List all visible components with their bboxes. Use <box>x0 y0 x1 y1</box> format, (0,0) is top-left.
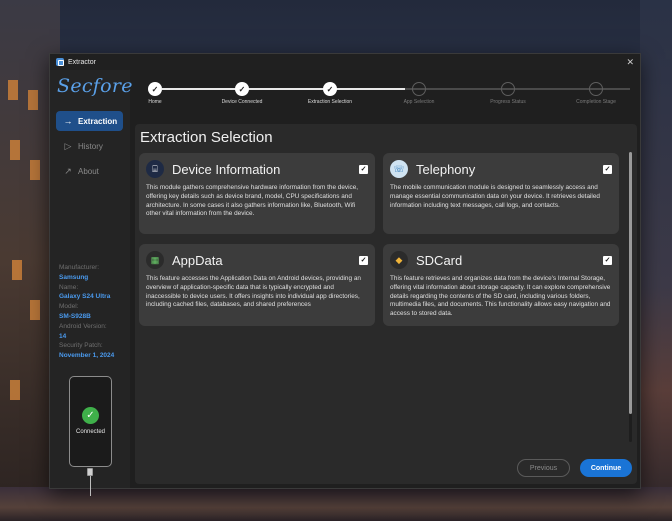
step-extraction-selection-check-icon: ✓ <box>323 82 337 96</box>
background-window-light <box>30 300 40 320</box>
extraction-selection-panel: Extraction Selection ⌸ Device Informatio… <box>135 124 637 484</box>
sidebar-item-history[interactable]: ▷ History <box>56 136 123 156</box>
previous-button[interactable]: Previous <box>517 459 570 477</box>
desktop-background-bottom <box>0 487 672 521</box>
step-label-progress-status: Progress Status <box>490 99 526 105</box>
continue-button[interactable]: Continue <box>580 459 632 477</box>
card-title: Device Information <box>172 161 281 177</box>
card-sdcard[interactable]: ◆ SDCard ✓ This feature retrieves and or… <box>383 244 619 326</box>
background-window-light <box>8 80 18 100</box>
about-icon: ↗ <box>64 165 72 176</box>
scrollbar-thumb[interactable] <box>629 152 632 414</box>
progress-stepper: ✓ ✓ ✓ Home Device Connected Extraction S… <box>135 70 642 112</box>
card-appdata[interactable]: ▦ AppData ✓ This feature accesses the Ap… <box>139 244 375 326</box>
step-label-device-connected: Device Connected <box>221 99 263 105</box>
sidebar-item-label: History <box>78 141 103 151</box>
window-title: Extractor <box>68 58 97 66</box>
desktop-background-right <box>640 0 672 521</box>
usb-cable <box>89 476 91 496</box>
background-window-light <box>28 90 38 110</box>
card-description: This feature retrieves and organizes dat… <box>390 275 611 318</box>
background-window-light <box>10 140 20 160</box>
telephony-icon: ☏ <box>390 160 408 178</box>
vertical-scrollbar[interactable] <box>629 152 632 442</box>
page-title: Extraction Selection <box>140 129 273 146</box>
step-device-connected-check-icon: ✓ <box>235 82 249 96</box>
step-label-extraction-selection: Extraction Selection <box>307 99 353 105</box>
background-window-light <box>30 160 40 180</box>
card-device-information[interactable]: ⌸ Device Information ✓ This module gathe… <box>139 153 375 234</box>
card-title: AppData <box>172 252 223 268</box>
appdata-checkbox[interactable]: ✓ <box>359 255 368 265</box>
card-title: Telephony <box>416 161 476 177</box>
stepper-line-done <box>162 88 405 90</box>
security-patch-label: Security Patch: <box>59 342 103 350</box>
card-telephony[interactable]: ☏ Telephony ✓ The mobile communication m… <box>383 153 619 234</box>
arrow-right-icon: → <box>63 116 73 126</box>
card-description: This module gathers comprehensive hardwa… <box>146 184 359 218</box>
manufacturer-value: Samsung <box>59 273 89 281</box>
sidebar-item-label: About <box>78 166 99 176</box>
device-info-panel: Manufacturer: Samsung Name: Galaxy S24 U… <box>59 263 114 361</box>
sidebar-item-label: Extraction <box>78 116 118 126</box>
app-logo: Secfore <box>57 75 133 97</box>
sidebar-item-extraction[interactable]: → Extraction <box>56 111 123 131</box>
connection-status: Connected <box>75 429 106 435</box>
title-bar: Extractor ✕ <box>50 54 640 70</box>
check-icon: ✓ <box>82 407 99 424</box>
model-value: SM-S928B <box>59 312 91 320</box>
extractor-window: Extractor ✕ Secfore → Extraction ▷ Histo… <box>49 53 642 496</box>
card-description: This feature accesses the Application Da… <box>146 275 361 309</box>
step-home-check-icon: ✓ <box>148 82 162 96</box>
history-icon: ▷ <box>64 140 72 151</box>
sdcard-checkbox[interactable]: ✓ <box>603 255 612 265</box>
usb-connector-icon <box>87 468 93 476</box>
step-completion-stage-circle <box>589 82 603 96</box>
card-description: The mobile communication module is desig… <box>390 184 600 209</box>
security-patch-value: November 1, 2024 <box>59 352 115 360</box>
step-progress-status-circle <box>501 82 515 96</box>
name-label: Name: <box>59 283 79 291</box>
app-icon <box>56 58 64 66</box>
device-information-checkbox[interactable]: ✓ <box>359 164 368 174</box>
step-label-completion-stage: Completion Stage <box>576 99 616 105</box>
device-info-icon: ⌸ <box>146 160 164 178</box>
close-icon[interactable]: ✕ <box>626 57 634 68</box>
appdata-icon: ▦ <box>146 251 164 269</box>
telephony-checkbox[interactable]: ✓ <box>603 164 612 174</box>
step-app-selection-circle <box>412 82 426 96</box>
background-window-light <box>12 260 22 280</box>
manufacturer-label: Manufacturer: <box>59 264 100 271</box>
phone-illustration: ✓ Connected <box>69 376 112 467</box>
sidebar: Secfore → Extraction ▷ History ↗ About M… <box>50 70 133 496</box>
sidebar-item-about[interactable]: ↗ About <box>56 161 123 181</box>
step-label-home: Home <box>148 99 162 105</box>
card-title: SDCard <box>416 252 463 268</box>
sdcard-icon: ◆ <box>390 251 408 269</box>
model-label: Model: <box>59 303 79 311</box>
android-version-value: 14 <box>59 332 67 340</box>
step-label-app-selection: App Selection <box>403 99 435 105</box>
android-version-label: Android Version: <box>59 322 107 330</box>
name-value: Galaxy S24 Ultra <box>59 293 111 301</box>
background-window-light <box>10 380 20 400</box>
